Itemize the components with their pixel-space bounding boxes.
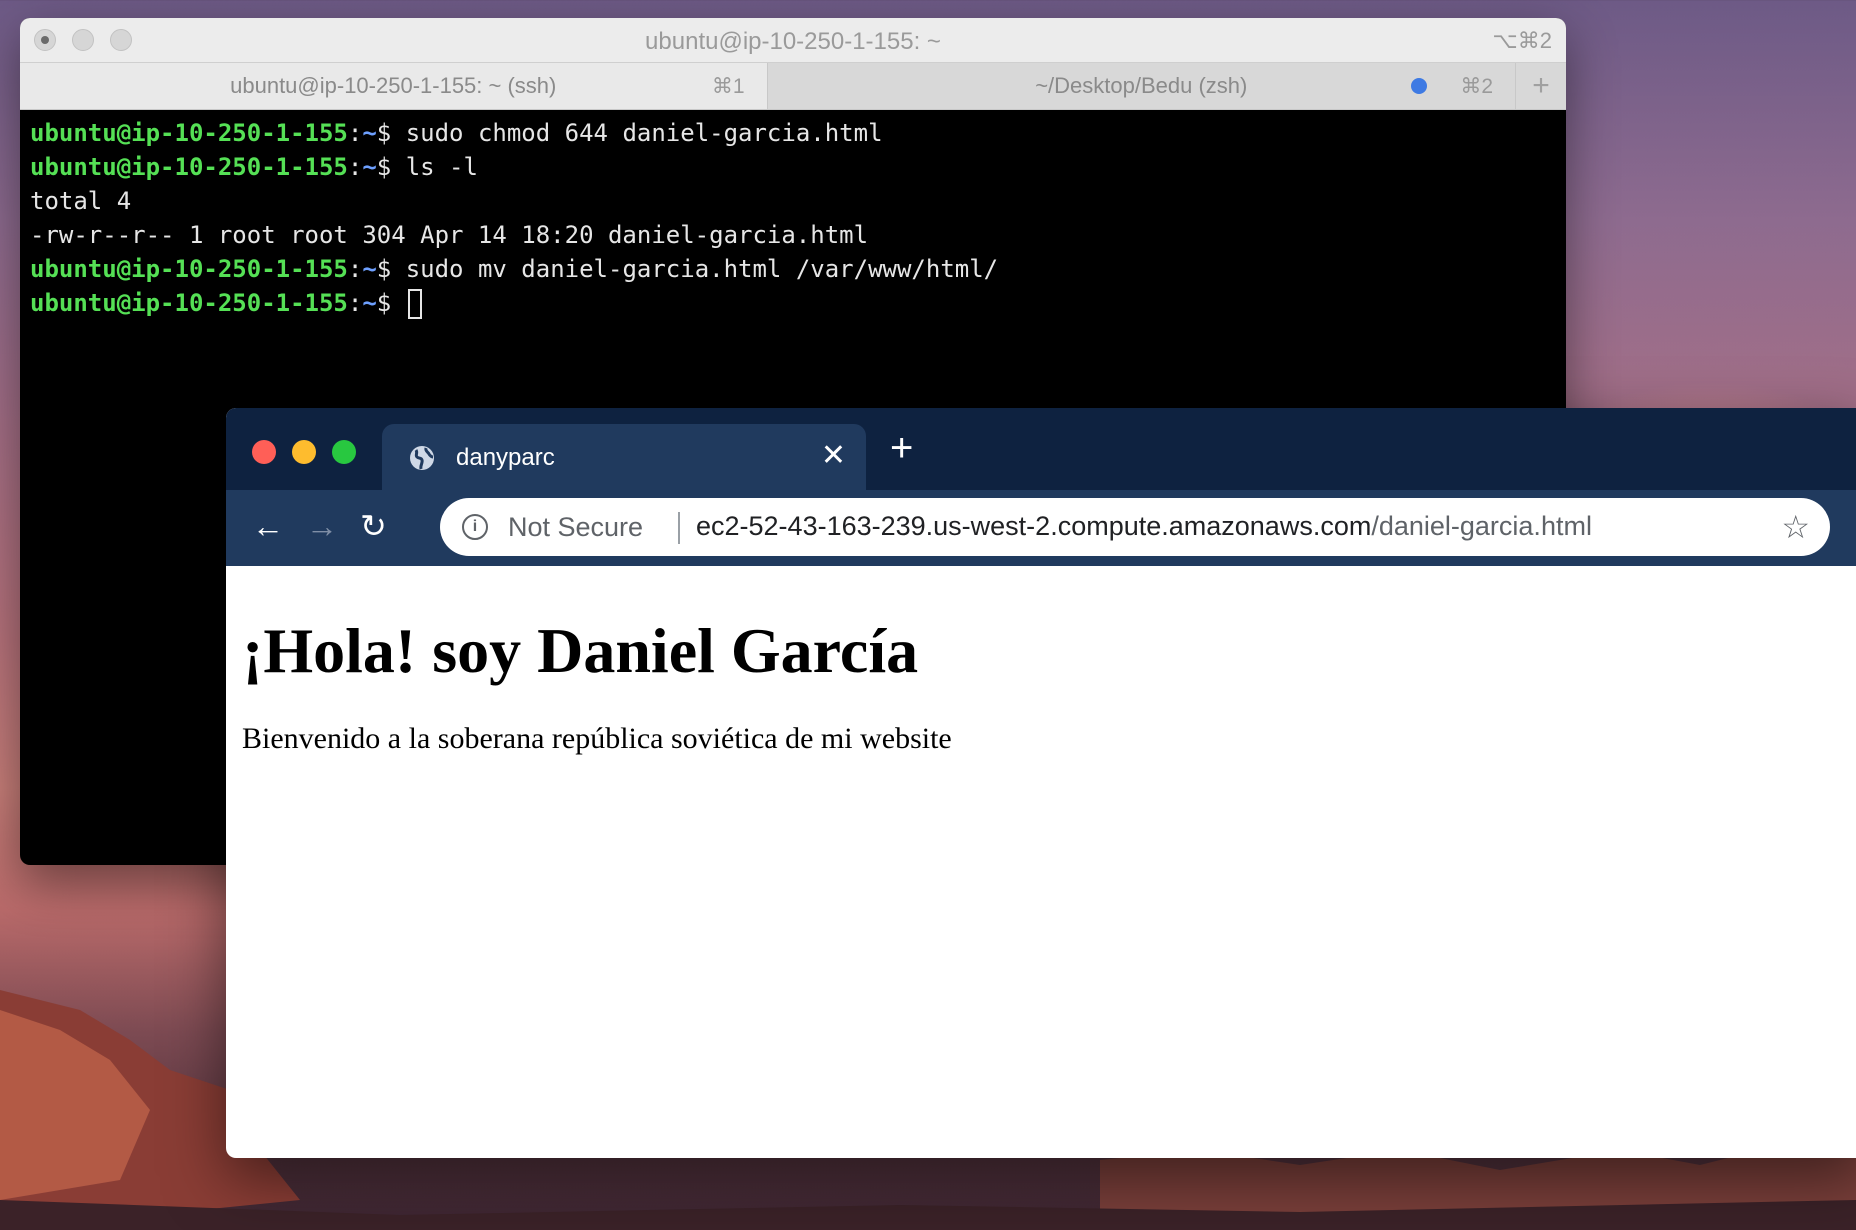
prompt-user: ubuntu@ip-10-250-1-155 xyxy=(30,289,348,317)
bookmark-star-icon[interactable]: ☆ xyxy=(1781,508,1810,546)
browser-window: danyparc ✕ + ← → ↻ i Not Secure ec2-52-4… xyxy=(226,408,1856,1158)
terminal-title-bar[interactable]: ubuntu@ip-10-250-1-155: ~ ⌥⌘2 xyxy=(20,18,1566,63)
browser-tab-danyparc[interactable]: danyparc ✕ xyxy=(382,424,866,490)
reload-icon[interactable]: ↻ xyxy=(360,508,387,544)
terminal-tab-ssh[interactable]: ubuntu@ip-10-250-1-155: ~ (ssh) ⌘1 xyxy=(20,63,768,109)
terminal-tab-shortcut: ⌘2 xyxy=(1460,75,1494,98)
terminal-command-line: ubuntu@ip-10-250-1-155:~$ sudo mv daniel… xyxy=(30,252,1556,286)
browser-window-controls xyxy=(252,440,356,464)
prompt-symbol: $ xyxy=(376,289,406,317)
prompt-path: ~ xyxy=(362,119,377,147)
browser-close-button[interactable] xyxy=(252,440,276,464)
prompt-symbol: $ xyxy=(376,119,406,147)
plus-icon: + xyxy=(1532,69,1550,102)
url-path: /daniel-garcia.html xyxy=(1371,511,1592,541)
terminal-output-line: total 4 xyxy=(30,187,132,215)
web-page-content: ¡Hola! soy Daniel García Bienvenido a la… xyxy=(226,566,1856,776)
prompt-user: ubuntu@ip-10-250-1-155 xyxy=(30,119,348,147)
prompt-symbol: $ xyxy=(376,153,406,181)
forward-arrow-icon[interactable]: → xyxy=(306,508,338,544)
command-text: ls -l xyxy=(405,153,478,181)
address-divider xyxy=(678,512,680,544)
prompt-symbol: $ xyxy=(376,255,406,283)
back-arrow-icon[interactable]: ← xyxy=(252,508,284,544)
page-heading: ¡Hola! soy Daniel García xyxy=(242,615,919,686)
prompt-user: ubuntu@ip-10-250-1-155 xyxy=(30,153,348,181)
activity-dot-icon xyxy=(1411,78,1428,94)
prompt-colon: : xyxy=(347,119,363,147)
prompt-user: ubuntu@ip-10-250-1-155 xyxy=(30,255,348,283)
url-text[interactable]: ec2-52-43-163-239.us-west-2.compute.amaz… xyxy=(696,511,1592,542)
terminal-window-shortcut: ⌥⌘2 xyxy=(1492,28,1552,53)
browser-zoom-button[interactable] xyxy=(332,440,356,464)
terminal-window-title: ubuntu@ip-10-250-1-155: ~ xyxy=(645,28,941,55)
terminal-tab-bar: ubuntu@ip-10-250-1-155: ~ (ssh) ⌘1 ~/Des… xyxy=(20,63,1566,110)
terminal-active-prompt: ubuntu@ip-10-250-1-155:~$ xyxy=(30,286,1556,320)
terminal-tab-zsh[interactable]: ~/Desktop/Bedu (zsh) ⌘2 xyxy=(767,63,1516,109)
new-tab-button[interactable]: + xyxy=(890,428,913,468)
info-icon[interactable]: i xyxy=(462,514,488,540)
url-host: ec2-52-43-163-239.us-west-2.compute.amaz… xyxy=(696,511,1372,541)
browser-tab-strip[interactable]: danyparc ✕ + xyxy=(226,408,1856,490)
terminal-output-line: -rw-r--r-- 1 root root 304 Apr 14 18:20 … xyxy=(30,221,869,249)
prompt-colon: : xyxy=(347,255,363,283)
globe-icon xyxy=(410,446,434,470)
terminal-command-line: ubuntu@ip-10-250-1-155:~$ ls -l xyxy=(30,150,1556,184)
command-text: sudo mv daniel-garcia.html /var/www/html… xyxy=(405,255,999,283)
terminal-new-tab-button[interactable]: + xyxy=(1515,63,1566,109)
security-status-label[interactable]: Not Secure xyxy=(508,512,643,543)
terminal-cursor xyxy=(407,289,422,319)
prompt-path: ~ xyxy=(362,289,377,317)
terminal-tab-shortcut: ⌘1 xyxy=(711,75,745,98)
command-text: sudo chmod 644 daniel-garcia.html xyxy=(405,119,883,147)
browser-minimize-button[interactable] xyxy=(292,440,316,464)
close-icon[interactable]: ✕ xyxy=(821,438,846,474)
prompt-path: ~ xyxy=(362,153,377,181)
prompt-colon: : xyxy=(347,153,363,181)
terminal-tab-label: ubuntu@ip-10-250-1-155: ~ (ssh) xyxy=(230,73,557,98)
prompt-colon: : xyxy=(347,289,363,317)
browser-toolbar: ← → ↻ i Not Secure ec2-52-43-163-239.us-… xyxy=(226,490,1856,566)
terminal-tab-label: ~/Desktop/Bedu (zsh) xyxy=(1035,73,1248,98)
page-paragraph: Bienvenido a la soberana república sovié… xyxy=(242,722,952,755)
terminal-command-line: ubuntu@ip-10-250-1-155:~$ sudo chmod 644… xyxy=(30,116,1556,150)
terminal-output[interactable]: ubuntu@ip-10-250-1-155:~$ sudo chmod 644… xyxy=(20,110,1566,326)
prompt-path: ~ xyxy=(362,255,377,283)
address-bar[interactable]: i Not Secure ec2-52-43-163-239.us-west-2… xyxy=(440,498,1830,556)
browser-tab-title: danyparc xyxy=(456,444,555,471)
